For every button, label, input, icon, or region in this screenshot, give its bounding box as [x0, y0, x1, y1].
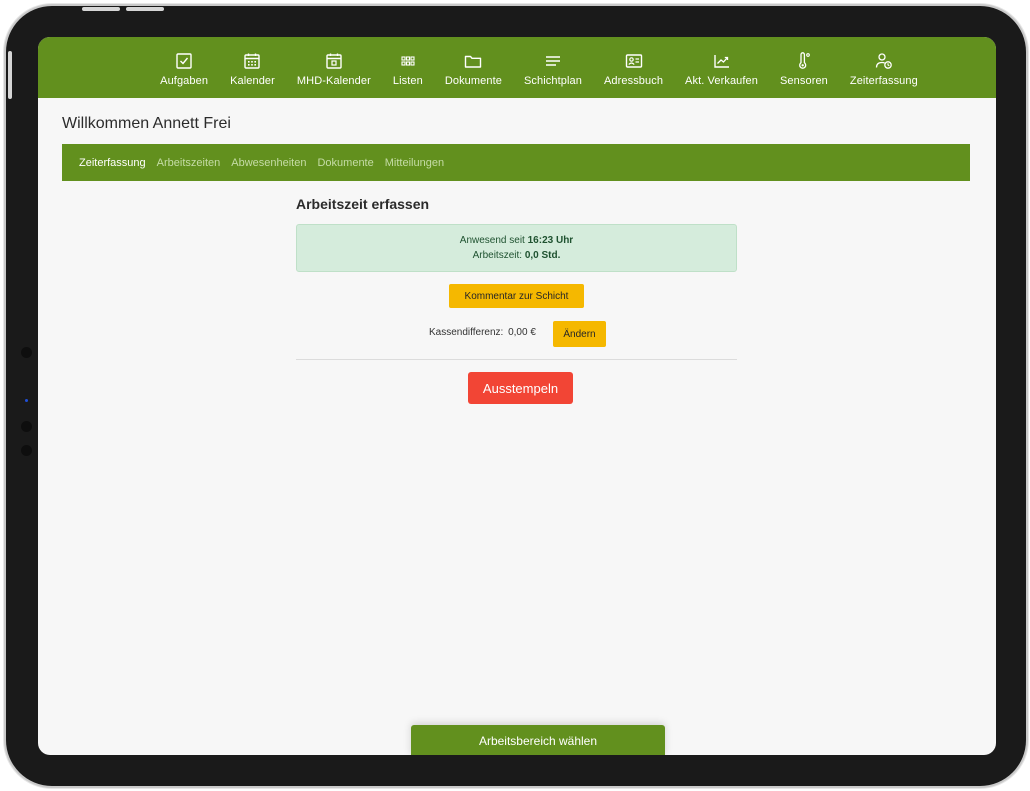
trend-chart-icon — [712, 51, 732, 71]
grid-icon — [398, 51, 418, 71]
nav-item-listen[interactable]: Listen — [382, 37, 434, 87]
present-time: 16:23 Uhr — [527, 235, 574, 246]
calendar-icon — [242, 51, 262, 71]
nav-label: Zeiterfassung — [849, 75, 918, 87]
attendance-status: Anwesend seit 16:23 Uhr Arbeitszeit: 0,0… — [296, 224, 737, 272]
present-since-line: Anwesend seit 16:23 Uhr — [460, 233, 573, 248]
camera-led-icon — [25, 399, 28, 402]
tab-mitteilungen[interactable]: Mitteilungen — [385, 157, 444, 169]
tab-abwesenheiten[interactable]: Abwesenheiten — [231, 157, 306, 169]
sensor-icon — [21, 421, 32, 432]
hardware-button-top — [126, 7, 164, 11]
nav-label: Listen — [392, 75, 423, 87]
lines-icon — [543, 51, 563, 71]
folder-icon — [463, 51, 483, 71]
nav-item-mhd-kalender[interactable]: MHD-Kalender — [286, 37, 382, 87]
nav-item-zeiterfassung[interactable]: Zeiterfassung — [839, 37, 929, 87]
divider — [296, 359, 737, 360]
nav-label: Adressbuch — [603, 75, 664, 87]
nav-label: Dokumente — [444, 75, 502, 87]
shift-comment-button[interactable]: Kommentar zur Schicht — [449, 284, 584, 308]
nav-item-sensoren[interactable]: Sensoren — [769, 37, 839, 87]
checkbox-icon — [174, 51, 194, 71]
top-navigation: Aufgaben Kalender MHD-Kalender Listen Do… — [38, 37, 996, 98]
app-screen: Aufgaben Kalender MHD-Kalender Listen Do… — [38, 37, 996, 755]
clock-out-button[interactable]: Ausstempeln — [468, 372, 573, 404]
nav-item-aufgaben[interactable]: Aufgaben — [149, 37, 219, 87]
nav-item-akt-verkaufen[interactable]: Akt. Verkaufen — [674, 37, 769, 87]
page-title: Willkommen Annett Frei — [62, 115, 231, 132]
thermometer-icon — [794, 51, 814, 71]
tab-arbeitszeiten[interactable]: Arbeitszeiten — [157, 157, 221, 169]
cash-diff-label: Kassendifferenz: — [429, 327, 504, 338]
camera-icon — [21, 347, 32, 358]
nav-label: Kalender — [230, 75, 275, 87]
nav-label: MHD-Kalender — [296, 75, 371, 87]
nav-item-dokumente[interactable]: Dokumente — [434, 37, 513, 87]
contact-card-icon — [624, 51, 644, 71]
select-work-area-button[interactable]: Arbeitsbereich wählen — [411, 725, 665, 755]
change-cash-button[interactable]: Ändern — [553, 321, 606, 347]
tab-zeiterfassung[interactable]: Zeiterfassung — [79, 157, 146, 169]
cash-difference: Kassendifferenz: 0,00 € — [427, 327, 536, 338]
nav-item-schichtplan[interactable]: Schichtplan — [513, 37, 593, 87]
cash-diff-value: 0,00 € — [508, 327, 536, 338]
present-label: Anwesend seit — [459, 235, 525, 246]
hardware-button-side — [8, 51, 12, 99]
nav-item-kalender[interactable]: Kalender — [219, 37, 286, 87]
worktime-value: 0,0 Std. — [524, 250, 561, 261]
nav-label: Sensoren — [780, 75, 828, 87]
nav-item-adressbuch[interactable]: Adressbuch — [593, 37, 674, 87]
tab-dokumente[interactable]: Dokumente — [317, 157, 373, 169]
sensor-icon — [21, 445, 32, 456]
calendar-date-icon — [324, 51, 344, 71]
hardware-button-top — [82, 7, 120, 11]
nav-label: Aufgaben — [160, 75, 209, 87]
sub-navigation: Zeiterfassung Arbeitszeiten Abwesenheite… — [62, 144, 970, 181]
worktime-line: Arbeitszeit: 0,0 Std. — [473, 248, 561, 263]
nav-label: Akt. Verkaufen — [685, 75, 758, 87]
user-clock-icon — [874, 51, 894, 71]
worktime-label: Arbeitszeit: — [472, 250, 523, 261]
nav-label: Schichtplan — [523, 75, 582, 87]
section-title: Arbeitszeit erfassen — [296, 196, 430, 212]
